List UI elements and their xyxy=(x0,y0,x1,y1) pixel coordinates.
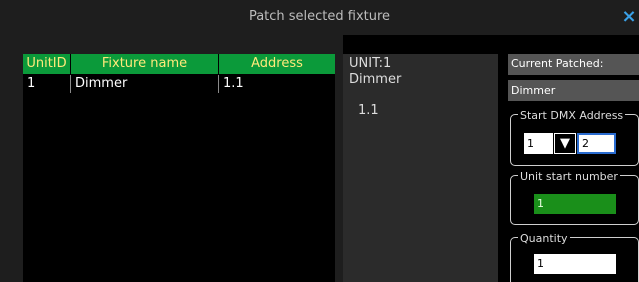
cell-divider xyxy=(218,75,219,93)
current-patched-label: Current Patched: xyxy=(511,57,604,70)
cell-divider xyxy=(70,75,71,93)
details-address: 1.1 xyxy=(358,103,379,118)
unit-start-label: Unit start number xyxy=(518,170,620,183)
table-row-address-cell[interactable]: 1.1 xyxy=(219,75,335,93)
current-patched-value: Dimmer xyxy=(511,84,556,97)
start-dmx-address-input[interactable]: 2 xyxy=(577,133,616,154)
table-row-unitid-cell[interactable]: 1 xyxy=(23,75,70,93)
column-header-address[interactable]: Address xyxy=(219,54,335,74)
unit-start-input[interactable]: 1 xyxy=(534,194,616,214)
column-header-unitid[interactable]: UnitID xyxy=(23,54,70,74)
details-box xyxy=(343,54,498,282)
table-row-fixture-name-cell[interactable]: Dimmer xyxy=(71,75,218,93)
details-unit: UNIT:1 xyxy=(349,56,392,71)
quantity-input[interactable]: 1 xyxy=(534,254,616,274)
details-fixture-type: Dimmer xyxy=(349,72,402,87)
dialog-title: Patch selected fixture xyxy=(248,9,391,24)
close-icon[interactable]: × xyxy=(619,7,639,27)
quantity-label: Quantity xyxy=(518,232,570,245)
start-dmx-universe-field[interactable]: 1 xyxy=(524,133,553,154)
chevron-down-icon[interactable]: ▼ xyxy=(554,133,576,154)
start-dmx-label: Start DMX Address xyxy=(518,109,626,122)
column-header-fixture-name[interactable]: Fixture name xyxy=(71,54,218,74)
